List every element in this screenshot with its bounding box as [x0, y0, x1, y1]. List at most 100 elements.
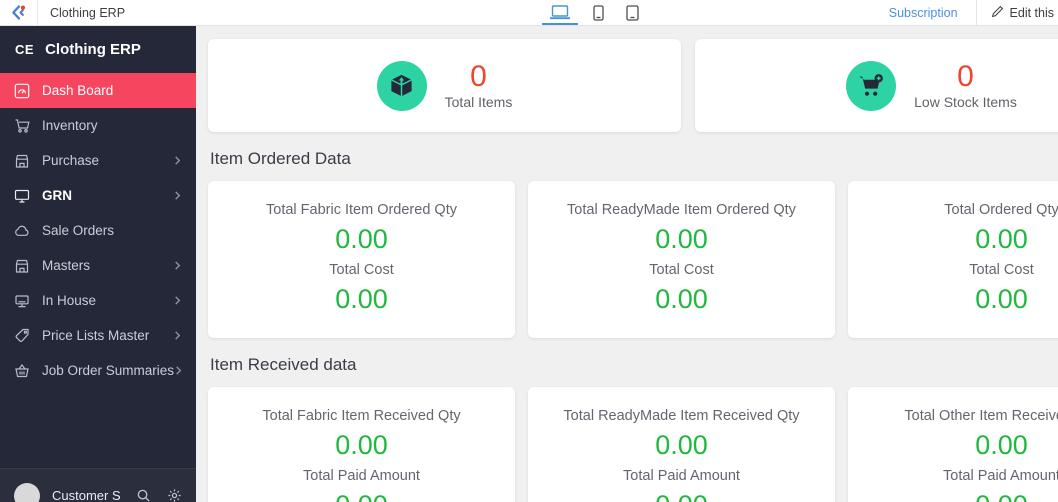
basket-icon	[14, 363, 30, 379]
sidebar-item-grn[interactable]: GRN	[0, 178, 196, 213]
avatar[interactable]	[14, 483, 40, 502]
stat-label: Total Other Item Received Qty	[848, 408, 1058, 424]
dashboard-content: 0 Total Items 0 Low Stock Items Item Ord…	[196, 26, 1058, 502]
low-stock-items-label: Low Stock Items	[914, 94, 1017, 110]
sidebar-item-label: Price Lists Master	[42, 328, 149, 343]
sidebar-item-in-house[interactable]: In House	[0, 283, 196, 318]
sidebar-item-label: Dash Board	[42, 83, 113, 98]
stat-value: 0.00	[528, 285, 835, 313]
stat-value: 0.00	[848, 491, 1058, 502]
brand-initials: CE	[15, 42, 34, 57]
pencil-icon	[991, 5, 1004, 21]
low-stock-items-value: 0	[914, 61, 1017, 93]
sidebar-item-masters[interactable]: Masters	[0, 248, 196, 283]
sidebar-item-label: Inventory	[42, 118, 98, 133]
total-ordered-card: Total Ordered Qty 0.00 Total Cost 0.00	[848, 181, 1058, 338]
chevron-right-icon	[173, 331, 182, 340]
monitor-icon	[14, 188, 30, 204]
sidebar-item-label: In House	[42, 293, 96, 308]
stat-value: 0.00	[208, 285, 515, 313]
total-items-card: 0 Total Items	[208, 39, 681, 132]
stat-value: 0.00	[848, 285, 1058, 313]
sidebar-item-label: Purchase	[42, 153, 99, 168]
section-title-item-ordered: Item Ordered Data	[210, 149, 1044, 169]
stat-value: 0.00	[208, 491, 515, 502]
app-title: Clothing ERP	[38, 6, 137, 20]
other-received-card: Total Other Item Received Qty 0.00 Total…	[848, 387, 1058, 502]
sidebar-item-label: Job Order Summaries	[42, 363, 174, 378]
fabric-ordered-card: Total Fabric Item Ordered Qty 0.00 Total…	[208, 181, 515, 338]
store-icon	[14, 153, 30, 169]
phone-preview-icon[interactable]	[582, 0, 615, 25]
sidebar-item-sale-orders[interactable]: Sale Orders	[0, 213, 196, 248]
sidebar-footer: Customer Su	[0, 468, 196, 502]
stat-value: 0.00	[208, 431, 515, 459]
item-received-cards-row: Total Fabric Item Received Qty 0.00 Tota…	[208, 387, 1046, 502]
tag-icon	[14, 328, 30, 344]
stat-value: 0.00	[528, 431, 835, 459]
tablet-preview-icon[interactable]	[615, 0, 650, 25]
stat-value: 0.00	[848, 431, 1058, 459]
total-items-value: 0	[445, 61, 513, 93]
fabric-received-card: Total Fabric Item Received Qty 0.00 Tota…	[208, 387, 515, 502]
chevron-right-icon	[173, 156, 182, 165]
package-icon	[377, 61, 427, 111]
sidebar-item-dash-board[interactable]: Dash Board	[0, 73, 196, 108]
sidebar-item-price-lists-master[interactable]: Price Lists Master	[0, 318, 196, 353]
chevron-right-icon	[174, 366, 183, 375]
edit-app-label: Edit this	[1010, 6, 1054, 20]
stat-label: Total Fabric Item Received Qty	[208, 408, 515, 424]
device-preview-switcher	[538, 0, 650, 25]
summary-text: 0 Low Stock Items	[914, 61, 1017, 111]
sidebar-item-job-order-summaries[interactable]: Job Order Summaries	[0, 353, 196, 388]
app-logo-icon[interactable]	[0, 0, 37, 25]
stat-value: 0.00	[848, 225, 1058, 253]
sidebar-item-label: Sale Orders	[42, 223, 114, 238]
store-icon	[14, 258, 30, 274]
stat-value: 0.00	[208, 225, 515, 253]
topbar: Clothing ERP Subscription E	[0, 0, 1058, 26]
stat-label: Total Cost	[848, 262, 1058, 278]
stat-label: Total ReadyMade Item Received Qty	[528, 408, 835, 424]
stat-value: 0.00	[528, 491, 835, 502]
stat-label: Total Paid Amount	[848, 468, 1058, 484]
section-title-item-received: Item Received data	[210, 355, 1044, 375]
chevron-right-icon	[173, 296, 182, 305]
sidebar-item-inventory[interactable]: Inventory	[0, 108, 196, 143]
item-ordered-cards-row: Total Fabric Item Ordered Qty 0.00 Total…	[208, 181, 1046, 338]
brand-name: Clothing ERP	[45, 41, 141, 58]
sidebar-item-label: Masters	[42, 258, 90, 273]
topbar-right: Subscription Edit this	[871, 0, 1058, 25]
dashboard-icon	[14, 83, 30, 99]
total-items-label: Total Items	[445, 94, 513, 110]
chevron-right-icon	[173, 191, 182, 200]
stat-label: Total Fabric Item Ordered Qty	[208, 202, 515, 218]
stat-label: Total Ordered Qty	[848, 202, 1058, 218]
stat-label: Total Cost	[528, 262, 835, 278]
gear-icon[interactable]	[167, 488, 182, 502]
laptop-preview-icon[interactable]	[538, 0, 582, 25]
summary-row: 0 Total Items 0 Low Stock Items	[208, 39, 1046, 132]
low-stock-items-card: 0 Low Stock Items	[695, 39, 1058, 132]
chevron-right-icon	[173, 261, 182, 270]
subscription-link[interactable]: Subscription	[871, 6, 976, 20]
sidebar-item-purchase[interactable]: Purchase	[0, 143, 196, 178]
cart-plus-icon	[846, 61, 896, 111]
stat-label: Total Cost	[208, 262, 515, 278]
sidebar-brand: CE Clothing ERP	[0, 26, 196, 73]
trolley-icon	[14, 118, 30, 134]
readymade-ordered-card: Total ReadyMade Item Ordered Qty 0.00 To…	[528, 181, 835, 338]
edit-app-button[interactable]: Edit this	[977, 0, 1058, 25]
sidebar-item-label: GRN	[42, 188, 72, 203]
computer-icon	[14, 293, 30, 309]
readymade-received-card: Total ReadyMade Item Received Qty 0.00 T…	[528, 387, 835, 502]
search-icon[interactable]	[136, 488, 151, 502]
stat-label: Total Paid Amount	[208, 468, 515, 484]
stat-label: Total ReadyMade Item Ordered Qty	[528, 202, 835, 218]
stat-label: Total Paid Amount	[528, 468, 835, 484]
sidebar: CE Clothing ERP Dash Board Inventory	[0, 26, 196, 502]
sidebar-nav: Dash Board Inventory Purchase	[0, 73, 196, 388]
cloud-icon	[14, 223, 30, 239]
stat-value: 0.00	[528, 225, 835, 253]
summary-text: 0 Total Items	[445, 61, 513, 111]
